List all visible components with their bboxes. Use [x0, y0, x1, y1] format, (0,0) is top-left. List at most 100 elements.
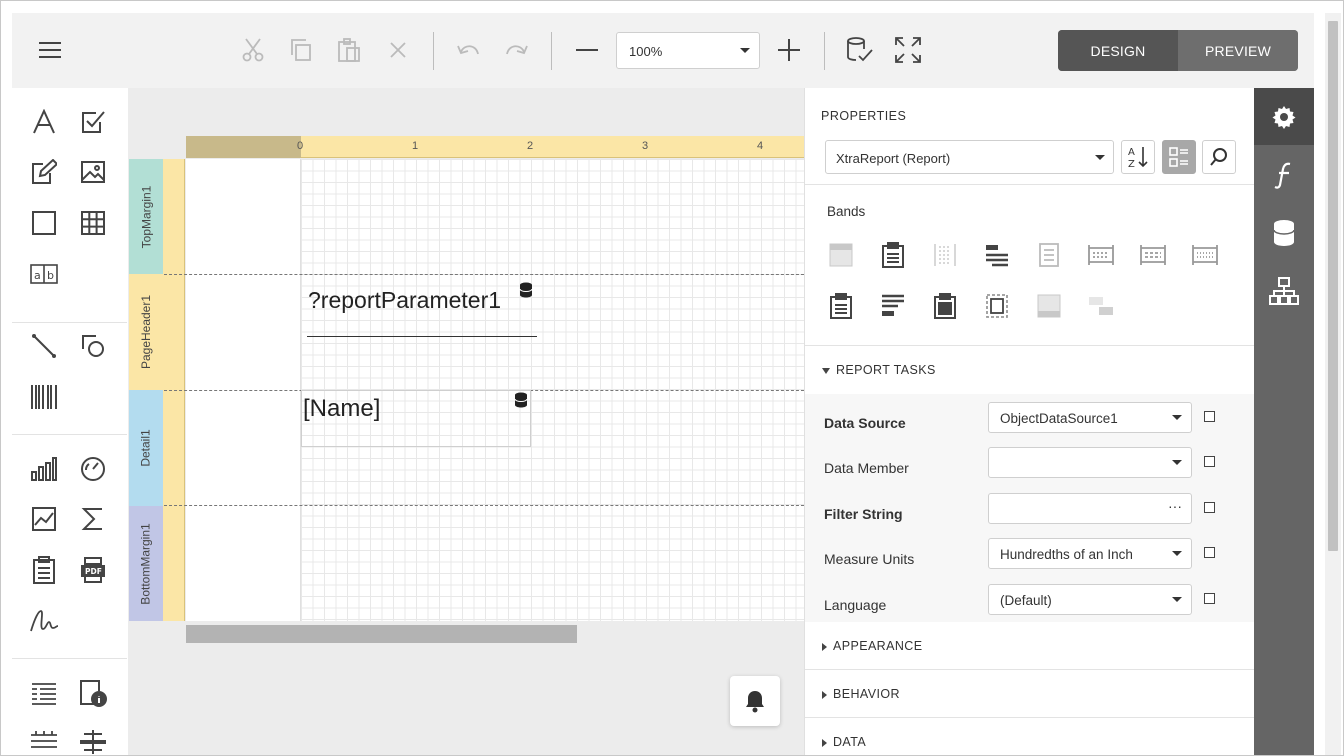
measure-units-select[interactable]: Hundredths of an Inch [988, 538, 1192, 569]
design-surface[interactable]: 0 1 2 3 4 TopMargin1 PageHeader1 Detail1… [128, 88, 804, 755]
richtext-tool-icon[interactable] [26, 154, 62, 190]
signature-tool-icon[interactable] [26, 603, 62, 639]
fullscreen-icon[interactable] [891, 33, 925, 67]
page-break-tool-icon[interactable] [75, 724, 111, 755]
chevron-down-icon [1172, 597, 1182, 602]
barcode-tool-icon[interactable] [26, 379, 62, 415]
band-groupfooter-icon[interactable] [1139, 241, 1167, 269]
expand-icon [822, 738, 827, 747]
categories-icon [1169, 147, 1188, 167]
object-selector[interactable]: XtraReport (Report) [825, 140, 1114, 174]
tab-properties[interactable] [1254, 88, 1314, 145]
band-reportheader-icon[interactable] [879, 241, 907, 269]
pdf-content-tool-icon[interactable]: PDF [75, 552, 111, 588]
prop-row-language: Language (Default) [805, 584, 1255, 624]
preview-button[interactable]: PREVIEW [1178, 30, 1298, 71]
chart-tool-icon[interactable] [26, 451, 62, 487]
shape-tool-icon[interactable] [75, 328, 111, 364]
svg-text:Z: Z [1128, 159, 1135, 169]
zoom-in-icon[interactable] [772, 33, 806, 67]
window-scrollbar[interactable] [1325, 13, 1341, 755]
subreport-tool-icon[interactable] [26, 552, 62, 588]
delete-icon[interactable] [381, 33, 415, 67]
ruler-number: 4 [757, 140, 764, 152]
band-verticalheader-icon[interactable] [931, 292, 959, 320]
svg-text:A: A [1128, 147, 1135, 158]
tab-report-explorer[interactable] [1254, 262, 1314, 319]
design-button[interactable]: DESIGN [1058, 30, 1178, 71]
undo-icon[interactable] [452, 33, 486, 67]
band-reportfooter-icon[interactable] [1191, 241, 1219, 269]
data-source-checkbox[interactable] [1204, 411, 1215, 422]
band-topmargin-icon[interactable] [827, 241, 855, 269]
search-properties-button[interactable] [1202, 140, 1236, 174]
band-detail[interactable]: Detail1 [129, 390, 163, 506]
band-topmargin[interactable]: TopMargin1 [129, 159, 163, 274]
report-page[interactable]: ?reportParameter1 [Name] [164, 159, 804, 621]
band-pageheader-icon[interactable] [983, 241, 1011, 269]
zoom-select[interactable]: 100% [616, 32, 760, 69]
report-parameter-label[interactable]: ?reportParameter1 [308, 287, 501, 314]
sparkline-tool-icon[interactable] [26, 501, 62, 537]
character-comb-tool-icon[interactable]: ab [26, 256, 62, 292]
data-source-select[interactable]: ObjectDataSource1 [988, 402, 1192, 433]
scrollbar-thumb[interactable] [1328, 21, 1338, 551]
ellipsis-icon[interactable]: ··· [1168, 498, 1182, 514]
tab-field-list[interactable] [1254, 204, 1314, 261]
checkbox-tool-icon[interactable] [75, 104, 111, 140]
appearance-header[interactable]: APPEARANCE [822, 639, 922, 653]
mode-switch: DESIGN PREVIEW [1058, 30, 1298, 71]
tab-expressions[interactable] [1254, 146, 1314, 203]
sort-alphabetical-button[interactable]: AZ [1121, 140, 1155, 174]
language-select[interactable]: (Default) [988, 584, 1192, 615]
side-tabs [1254, 88, 1314, 755]
line-tool-icon[interactable] [26, 328, 62, 364]
toolbar-separator [824, 32, 825, 70]
header-line[interactable] [307, 336, 537, 337]
menu-icon[interactable] [33, 33, 67, 67]
band-detailreport-icon[interactable] [1087, 241, 1115, 269]
validate-icon[interactable] [843, 33, 877, 67]
band-groupheader-icon[interactable] [931, 241, 959, 269]
band-detail-icon[interactable] [1035, 241, 1063, 269]
picture-tool-icon[interactable] [75, 154, 111, 190]
data-member-checkbox[interactable] [1204, 456, 1215, 467]
data-header[interactable]: DATA [822, 735, 866, 749]
data-member-select[interactable] [988, 447, 1192, 478]
band-pageheader[interactable]: PageHeader1 [129, 274, 163, 390]
data-member-label: Data Member [824, 460, 909, 476]
ruler-margin [186, 136, 301, 158]
pivot-grid-tool-icon[interactable] [26, 724, 62, 755]
page-info-tool-icon[interactable] [75, 675, 111, 711]
language-checkbox[interactable] [1204, 593, 1215, 604]
filter-string-checkbox[interactable] [1204, 502, 1215, 513]
band-label-text: Detail1 [139, 429, 154, 467]
behavior-header[interactable]: BEHAVIOR [822, 687, 900, 701]
horizontal-scrollbar[interactable] [186, 625, 577, 643]
name-field-label[interactable]: [Name] [303, 395, 380, 423]
redo-icon[interactable] [499, 33, 533, 67]
summary-tool-icon[interactable] [75, 501, 111, 537]
paste-icon[interactable] [332, 33, 366, 67]
band-pagefooter-icon[interactable] [879, 292, 907, 320]
filter-string-editor[interactable]: ··· [988, 493, 1192, 524]
band-verticaltotal-icon[interactable] [1087, 292, 1115, 320]
language-value: (Default) [1000, 593, 1052, 608]
report-tasks-header[interactable]: REPORT TASKS [822, 363, 936, 377]
panel-tool-icon[interactable] [26, 205, 62, 241]
label-tool-icon[interactable] [26, 104, 62, 140]
categorized-view-button[interactable] [1162, 140, 1196, 174]
gauge-tool-icon[interactable] [75, 451, 111, 487]
table-tool-icon[interactable] [75, 205, 111, 241]
band-bottommargin[interactable]: BottomMargin1 [129, 506, 163, 621]
band-verticaldetail-icon[interactable] [983, 292, 1011, 320]
band-bottommargin-icon[interactable] [1035, 292, 1063, 320]
notifications-button[interactable] [730, 676, 780, 726]
band-subband-icon[interactable] [827, 292, 855, 320]
hierarchy-icon [1269, 276, 1299, 305]
measure-units-checkbox[interactable] [1204, 547, 1215, 558]
zoom-out-icon[interactable] [570, 33, 604, 67]
toc-tool-icon[interactable] [26, 675, 62, 711]
cut-icon[interactable] [236, 33, 270, 67]
copy-icon[interactable] [284, 33, 318, 67]
